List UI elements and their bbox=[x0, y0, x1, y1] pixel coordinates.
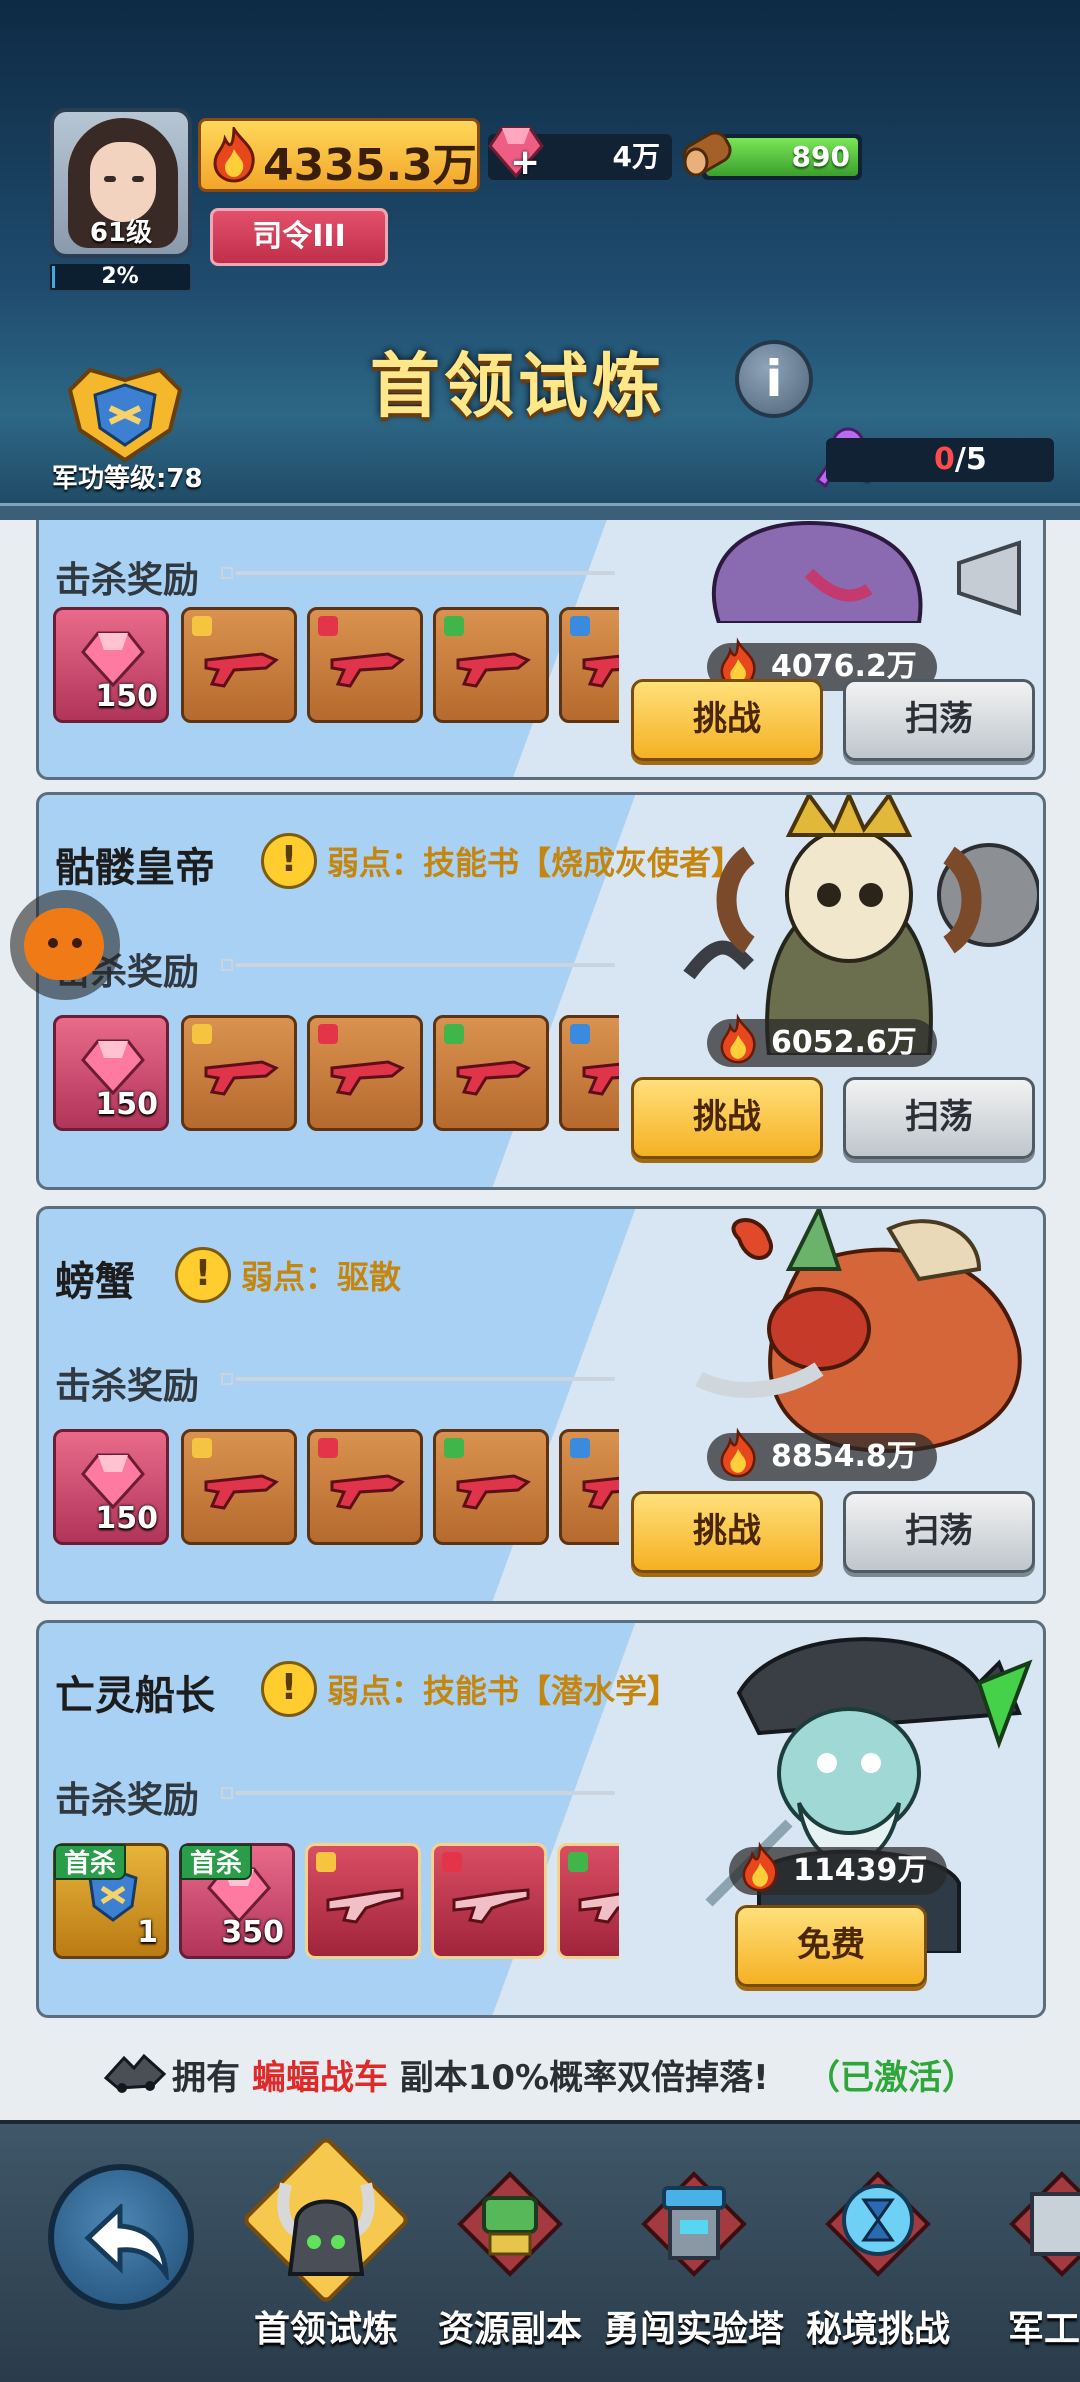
gem-count: 4万 bbox=[612, 140, 660, 173]
reward-weapon-item[interactable] bbox=[433, 1429, 549, 1545]
reward-weapon-item[interactable] bbox=[307, 1429, 423, 1545]
first-kill-badge-item[interactable]: 首杀 1 bbox=[53, 1843, 169, 1959]
xp-percent: 2% bbox=[101, 264, 139, 289]
reward-rifle-item[interactable] bbox=[305, 1843, 421, 1959]
xp-progress-bar: 2% bbox=[48, 262, 192, 292]
nav-boss-trial[interactable]: 首领试炼 bbox=[236, 2135, 416, 2374]
reward-gem-item[interactable]: 150 bbox=[53, 1429, 169, 1545]
bat-vehicle-icon bbox=[104, 2053, 166, 2093]
boss-weakness: ! 弱点：技能书【潜水学】 bbox=[261, 1661, 679, 1717]
warning-icon: ! bbox=[175, 1247, 231, 1303]
flame-icon bbox=[742, 1841, 778, 1892]
floating-pumpkin-button[interactable] bbox=[10, 890, 120, 1000]
reward-label: 击杀奖励 bbox=[55, 1366, 200, 1407]
challenge-button[interactable]: 挑战 bbox=[631, 1077, 823, 1159]
boss-card: 骷髅皇帝 ! 弱点：技能书【烧成灰使者】 击杀奖励 150 6052.6万 挑战… bbox=[36, 792, 1046, 1190]
boss-card: 亡灵船长 ! 弱点：技能书【潜水学】 击杀奖励 首杀 1 首杀 350 1143… bbox=[36, 1620, 1046, 2018]
boss-undead-captain-image bbox=[705, 1637, 1033, 1953]
boss-name: 骷髅皇帝 bbox=[55, 845, 215, 891]
page-title: 首领试炼 bbox=[370, 345, 666, 427]
info-button[interactable]: i bbox=[735, 340, 813, 418]
lab-tower-icon bbox=[641, 2171, 747, 2277]
bonus-vehicle-name: 蝙蝠战车 bbox=[251, 2058, 388, 2098]
reward-gem-item[interactable]: 150 bbox=[53, 1015, 169, 1131]
reward-label: 击杀奖励 bbox=[55, 1780, 200, 1821]
boss-card: 螃蟹 ! 弱点：驱散 击杀奖励 150 8854.8万 挑战 扫荡 bbox=[36, 1206, 1046, 1604]
nav-resource-dungeon[interactable]: 资源副本 bbox=[420, 2154, 600, 2374]
horned-helmet-icon bbox=[277, 2182, 375, 2276]
factory-icon bbox=[1009, 2171, 1080, 2277]
flame-icon bbox=[213, 127, 255, 183]
nav-lab-tower[interactable]: 勇闯实验塔 bbox=[604, 2154, 784, 2374]
boss-skeleton-emperor-image bbox=[683, 795, 1039, 1055]
sweep-button[interactable]: 扫荡 bbox=[843, 1077, 1035, 1159]
bonus-text: 副本10%概率双倍掉落! bbox=[399, 2058, 769, 2098]
challenge-keys-bar: 0/5 bbox=[826, 438, 1054, 482]
combat-power-value: 4335.3万 bbox=[263, 140, 477, 191]
reward-label: 击杀奖励 bbox=[55, 560, 200, 601]
challenge-button[interactable]: 挑战 bbox=[631, 679, 823, 761]
reward-items: 150 bbox=[53, 1429, 619, 1549]
free-challenge-button[interactable]: 免费 bbox=[735, 1905, 927, 1987]
flame-icon bbox=[720, 1013, 756, 1064]
boss-list[interactable]: 击杀奖励 150 4076.2万 挑战 扫荡 骷髅皇帝 ! 弱点：技能书【烧成灰… bbox=[0, 520, 1080, 2120]
portal-hourglass-icon bbox=[825, 2171, 931, 2277]
wood-count: 890 bbox=[791, 140, 850, 173]
bonus-banner: 拥有 蝙蝠战车 副本10%概率双倍掉落! （已激活） bbox=[0, 2038, 1080, 2108]
boss-weakness: ! 弱点：驱散 bbox=[175, 1247, 401, 1303]
resource-chest-icon bbox=[457, 2171, 563, 2277]
reward-rifle-item[interactable] bbox=[431, 1843, 547, 1959]
flame-icon bbox=[720, 1427, 756, 1478]
reward-weapon-item[interactable] bbox=[559, 1429, 619, 1545]
military-level-label: 军功等级:78 bbox=[52, 464, 203, 494]
combat-power-box: 4335.3万 bbox=[198, 118, 480, 192]
bonus-status: （已激活） bbox=[806, 2058, 976, 2098]
first-kill-tag: 首杀 bbox=[180, 1844, 253, 1880]
warning-icon: ! bbox=[261, 1661, 317, 1717]
reward-gem-item[interactable]: 150 bbox=[53, 607, 169, 723]
reward-weapon-item[interactable] bbox=[559, 1015, 619, 1131]
reward-items: 150 bbox=[53, 1015, 619, 1135]
reward-items: 首杀 1 首杀 350 bbox=[53, 1843, 619, 1963]
reward-items: 150 bbox=[53, 607, 619, 727]
boss-power: 8854.8万 bbox=[707, 1427, 937, 1481]
nav-secret-challenge[interactable]: 秘境挑战 bbox=[788, 2154, 968, 2374]
keys-current: 0 bbox=[934, 442, 955, 477]
player-level: 61级 bbox=[89, 218, 153, 248]
first-kill-gem-item[interactable]: 首杀 350 bbox=[179, 1843, 295, 1959]
bonus-prefix: 拥有 bbox=[172, 2058, 240, 2098]
boss-card: 击杀奖励 150 4076.2万 挑战 扫荡 bbox=[36, 520, 1046, 780]
sweep-button[interactable]: 扫荡 bbox=[843, 1491, 1035, 1573]
back-button[interactable] bbox=[48, 2164, 194, 2310]
keys-max: /5 bbox=[954, 442, 987, 477]
reward-weapon-item[interactable] bbox=[181, 1429, 297, 1545]
reward-weapon-item[interactable] bbox=[559, 607, 619, 723]
boss-power: 11439万 bbox=[729, 1841, 948, 1895]
first-kill-tag: 首杀 bbox=[54, 1844, 127, 1880]
top-header: 61级 2% 4335.3万 司令III 4万 + 890 首领试炼 i 军功等… bbox=[0, 0, 1080, 520]
add-gems-button[interactable]: + bbox=[510, 145, 540, 181]
reward-weapon-item[interactable] bbox=[181, 1015, 297, 1131]
boss-power: 6052.6万 bbox=[707, 1013, 937, 1067]
sweep-button[interactable]: 扫荡 bbox=[843, 679, 1035, 761]
boss-name: 螃蟹 bbox=[55, 1259, 135, 1305]
nav-military-factory[interactable]: 军工厂 bbox=[972, 2154, 1080, 2374]
back-arrow-icon bbox=[84, 2204, 169, 2280]
challenge-button[interactable]: 挑战 bbox=[631, 1491, 823, 1573]
wood-log-icon bbox=[682, 131, 732, 177]
reward-weapon-item[interactable] bbox=[307, 1015, 423, 1131]
nav-label: 军工厂 bbox=[1007, 2309, 1080, 2350]
warning-icon: ! bbox=[261, 833, 317, 889]
reward-weapon-item[interactable] bbox=[433, 607, 549, 723]
military-rank-badge-icon[interactable] bbox=[50, 360, 200, 470]
reward-weapon-item[interactable] bbox=[433, 1015, 549, 1131]
reward-weapon-item[interactable] bbox=[181, 607, 297, 723]
reward-rifle-item[interactable] bbox=[557, 1843, 619, 1959]
reward-weapon-item[interactable] bbox=[307, 607, 423, 723]
bottom-navigation: 首领试炼 资源副本 勇闯实验塔 秘境挑战 军工厂 bbox=[0, 2120, 1080, 2382]
boss-goblin-image bbox=[712, 520, 1021, 623]
rank-badge: 司令III bbox=[210, 208, 388, 266]
boss-name: 亡灵船长 bbox=[55, 1673, 215, 1719]
